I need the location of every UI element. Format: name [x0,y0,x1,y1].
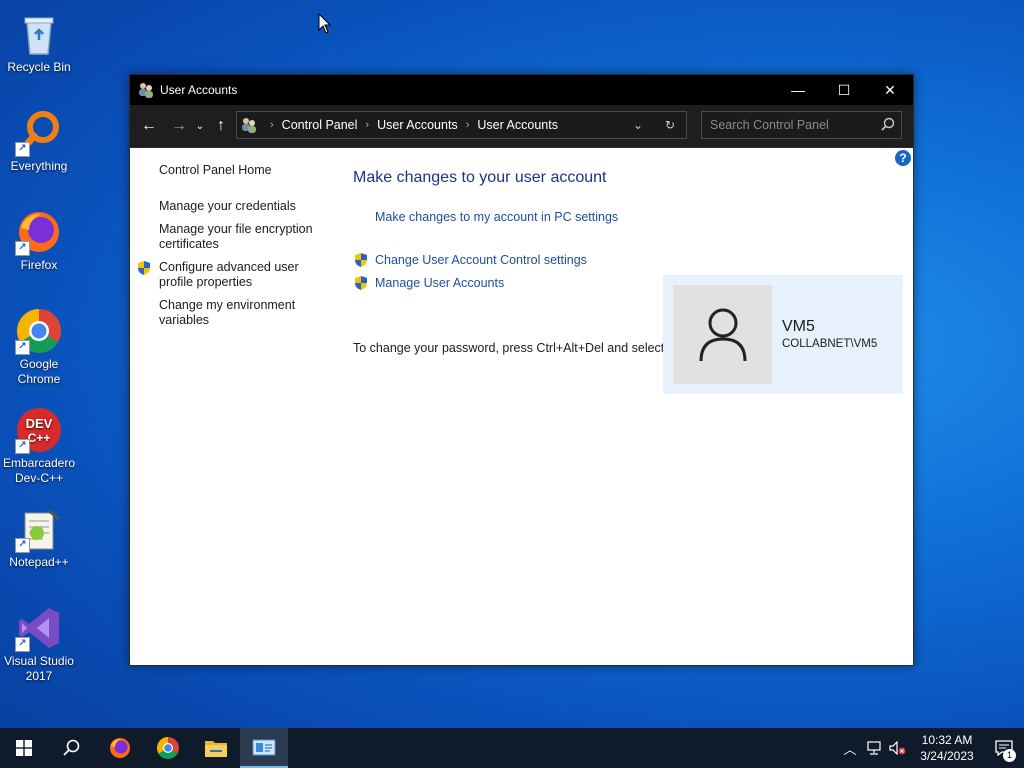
forward-button[interactable]: → [166,117,192,135]
change-environment-variables-link[interactable]: Change my environment variables [159,298,324,328]
desktop-icon-label: Embarcadero Dev-C++ [2,456,76,485]
start-button[interactable] [0,728,48,768]
svg-text:C++: C++ [28,431,51,445]
user-silhouette-icon [699,308,746,361]
breadcrumb-user-accounts[interactable]: User Accounts [377,118,458,132]
chrome-icon: ↗ [15,307,63,355]
user-accounts-window: User Accounts — ☐ ✕ ← → ⌄ ↑ › Control Pa… [129,74,914,666]
user-accounts-location-icon [242,118,256,133]
firefox-icon [110,738,130,758]
shortcut-arrow-icon: ↗ [15,241,30,256]
search-icon [63,739,80,756]
folder-icon [205,741,227,757]
taskbar-chrome[interactable] [144,728,192,768]
address-bar[interactable]: › Control Panel › User Accounts › User A… [236,111,687,139]
user-name: VM5 [782,318,815,335]
user-domain: COLLABNET\VM5 [782,338,878,350]
search-box[interactable] [701,111,902,139]
taskbar-search-button[interactable] [48,728,96,768]
minimize-button[interactable]: — [775,75,821,105]
uac-settings-link[interactable]: Change User Account Control settings [375,253,587,267]
chevron-up-icon[interactable]: ︿ [838,728,862,768]
recent-locations-button[interactable]: ⌄ [192,121,208,132]
manage-file-encryption-link[interactable]: Manage your file encryption certificates [159,222,324,252]
maximize-button[interactable]: ☐ [821,75,867,105]
back-button[interactable]: ← [136,117,162,135]
content-area: ? Control Panel Home Manage your credent… [130,148,913,665]
mouse-cursor-icon [318,13,332,34]
user-accounts-app-icon [139,83,153,98]
avatar [673,285,772,384]
refresh-icon[interactable]: ↻ [654,118,686,132]
chevron-right-icon: › [270,119,274,131]
desktop-icon-chrome[interactable]: ↗ Google Chrome [2,303,76,387]
volume-muted-icon[interactable] [886,728,910,768]
action-center-button[interactable]: 1 [984,728,1024,768]
network-icon[interactable] [862,728,886,768]
desktop-icon-recycle-bin[interactable]: Recycle Bin [2,6,76,75]
devcpp-icon: DEV C++ ↗ [15,406,63,454]
configure-advanced-profile-link[interactable]: Configure advanced user profile properti… [159,260,324,290]
address-dropdown-icon[interactable]: ⌄ [622,118,654,132]
desktop-icon-devcpp[interactable]: DEV C++ ↗ Embarcadero Dev-C++ [2,402,76,486]
search-icon[interactable] [881,117,895,131]
help-icon[interactable]: ? [895,150,911,166]
breadcrumb-control-panel[interactable]: Control Panel [282,118,358,132]
breadcrumb-user-accounts-current[interactable]: User Accounts [477,118,558,132]
close-button[interactable]: ✕ [867,75,913,105]
clock-time: 10:32 AM [921,733,973,747]
system-tray: ︿ 10:32 AM 3/24/2023 1 [838,728,1024,768]
desktop-icon-label: Firefox [20,258,58,272]
desktop-icon-label: Google Chrome [17,357,61,386]
recycle-bin-icon [15,10,63,58]
windows-logo-icon [16,740,32,756]
title-bar[interactable]: User Accounts — ☐ ✕ [130,75,913,105]
desktop-icon-label: Recycle Bin [7,60,71,74]
chrome-icon [157,737,179,759]
desktop-icon-label: Notepad++ [9,555,69,569]
desktop-icon-label: Everything [10,159,68,173]
search-input[interactable] [702,117,872,133]
uac-shield-icon [138,261,150,275]
taskbar-file-explorer[interactable] [192,728,240,768]
desktop-icon-firefox[interactable]: ↗ Firefox [2,204,76,273]
page-title: Make changes to your user account [353,169,607,186]
shortcut-arrow-icon: ↗ [15,538,30,553]
up-button[interactable]: ↑ [208,117,234,135]
window-title: User Accounts [160,83,238,97]
desktop-icon-everything[interactable]: ↗ Everything [2,105,76,174]
svg-text:DEV: DEV [26,416,53,431]
notepadpp-icon: ↗ [15,505,63,553]
desktop-icon-notepadpp[interactable]: ↗ Notepad++ [2,501,76,570]
shortcut-arrow-icon: ↗ [15,439,30,454]
notification-count-badge: 1 [1003,749,1016,762]
pc-settings-link[interactable]: Make changes to my account in PC setting… [375,210,618,224]
control-panel-icon [252,739,276,756]
taskbar-firefox[interactable] [96,728,144,768]
taskbar: ︿ 10:32 AM 3/24/2023 1 [0,728,1024,768]
manage-user-accounts-link[interactable]: Manage User Accounts [375,276,504,290]
uac-shield-icon [355,253,367,267]
everything-search-icon: ↗ [15,109,63,157]
navigation-bar: ← → ⌄ ↑ › Control Panel › User Accounts … [130,105,913,148]
desktop-icon-label: Visual Studio 2017 [4,654,74,683]
clock-date: 3/24/2023 [920,749,974,763]
clock[interactable]: 10:32 AM 3/24/2023 [910,732,984,764]
chevron-right-icon[interactable]: › [466,119,470,131]
firefox-icon: ↗ [15,208,63,256]
shortcut-arrow-icon: ↗ [15,340,30,355]
control-panel-home-link[interactable]: Control Panel Home [159,163,324,178]
taskbar-control-panel[interactable] [240,728,288,768]
shortcut-arrow-icon: ↗ [15,142,30,157]
user-card: VM5 COLLABNET\VM5 [663,275,903,394]
chevron-right-icon[interactable]: › [365,119,369,131]
shortcut-arrow-icon: ↗ [15,637,30,652]
desktop-icon-visual-studio[interactable]: ↗ Visual Studio 2017 [2,600,76,684]
uac-shield-icon [355,276,367,290]
manage-credentials-link[interactable]: Manage your credentials [159,199,324,214]
visual-studio-icon: ↗ [15,604,63,652]
